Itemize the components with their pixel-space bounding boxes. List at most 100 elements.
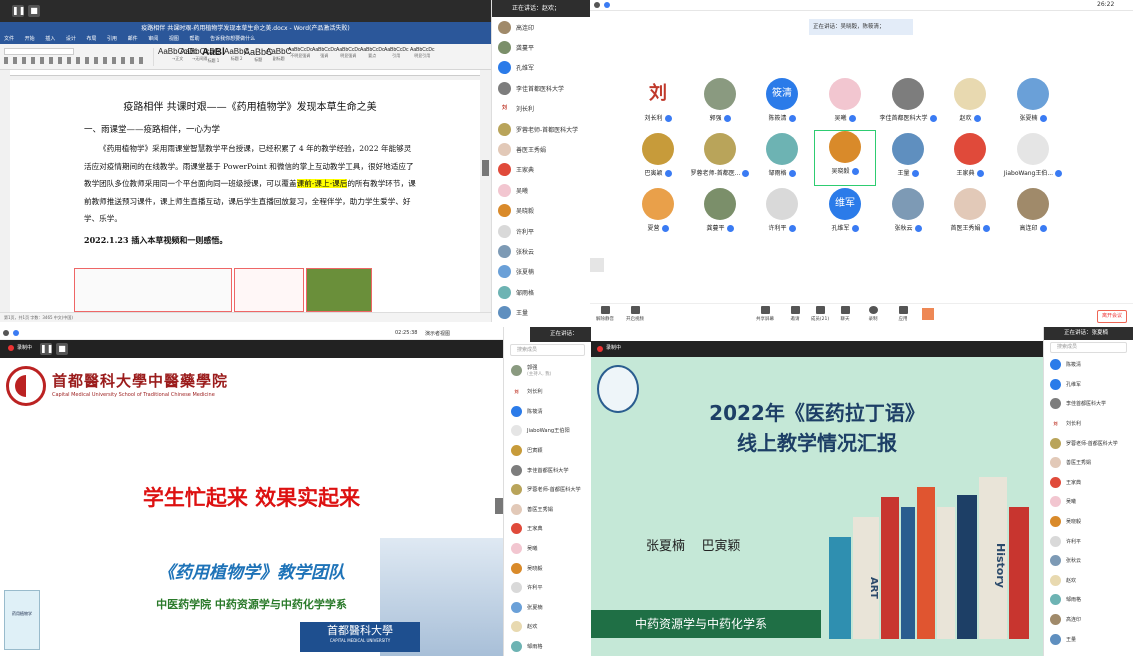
participant-item[interactable]: JiaboWang王伯阳 xyxy=(504,421,591,441)
style-subtle-emphasis[interactable]: AaBbCcDc 不明显强调 xyxy=(288,47,312,59)
participant-item[interactable]: 刘刘长利 xyxy=(504,382,591,402)
participant-item[interactable]: 王家典 xyxy=(1044,473,1133,493)
participant-tile[interactable]: 罗蓉老师-首都医... xyxy=(689,133,751,179)
participant-tile[interactable]: 许利平 xyxy=(751,188,813,234)
participant-tile[interactable]: 赵欢 xyxy=(939,78,1001,124)
participant-item[interactable]: 善医王秀娟 xyxy=(492,139,590,159)
participant-item[interactable]: 吴曦 xyxy=(1044,492,1133,512)
start-video-button[interactable]: 开启视频 xyxy=(620,306,650,322)
presenter-view-button[interactable]: 演示者视图 xyxy=(425,330,450,337)
participant-item[interactable]: 王量 xyxy=(492,302,590,322)
slide[interactable]: 2022年《医药拉丁语》 线上教学情况汇报 张夏楠 巴寅颖 中药资源学与中药化学… xyxy=(591,357,1043,656)
style-heading1[interactable]: AaBl 标题 1 xyxy=(202,47,225,64)
participant-tile[interactable]: 邹雨格 xyxy=(751,133,813,179)
tell-me-search[interactable]: 告诉我你想要做什么 xyxy=(210,36,255,42)
participant-item[interactable]: 李佳首都医科大学 xyxy=(1044,394,1133,414)
shield-icon[interactable] xyxy=(604,2,610,8)
participant-item[interactable]: 孔维军 xyxy=(1044,375,1133,395)
participant-item[interactable]: 赵欢 xyxy=(1044,571,1133,591)
participant-item[interactable]: 郭强 (主持人, 我) xyxy=(504,358,591,382)
member-search-input[interactable]: 搜索成员 xyxy=(1050,342,1127,353)
participant-item[interactable]: 王家典 xyxy=(492,160,590,180)
participant-tile[interactable]: 吴曦 xyxy=(814,78,876,124)
unmute-button[interactable]: 解除静音 xyxy=(590,306,620,322)
participant-item[interactable]: 张秋云 xyxy=(492,241,590,261)
participant-tile[interactable]: 龚蔓平 xyxy=(689,188,751,234)
participant-tile[interactable]: 刘刘长利 xyxy=(627,78,689,124)
style-quote[interactable]: AaBbCcDc 引用 xyxy=(384,47,408,59)
style-emphasis[interactable]: AaBbCcDc 强调 xyxy=(312,47,336,59)
apps-button[interactable]: 应用 xyxy=(888,306,918,322)
participant-item[interactable]: 罗蓉老师-首都医科大学 xyxy=(504,480,591,500)
participant-item[interactable]: 邹雨格 xyxy=(1044,590,1133,610)
slide[interactable]: 首都醫科大學中醫藥學院 Capital Medical University S… xyxy=(0,358,503,656)
participant-item[interactable]: 孔维军 xyxy=(492,58,590,78)
menu-design[interactable]: 设计 xyxy=(66,36,76,42)
collapse-panel-handle[interactable] xyxy=(482,160,489,176)
participant-item[interactable]: 吴曦 xyxy=(492,180,590,200)
participant-item[interactable]: 巴寅颖 xyxy=(504,441,591,461)
info-icon[interactable] xyxy=(594,2,600,8)
participant-item[interactable]: 吴曦 xyxy=(504,539,591,559)
participant-tile[interactable]: 维军 孔维军 xyxy=(814,188,876,234)
participant-tile[interactable]: 吴晓毅 xyxy=(814,130,876,186)
participant-item[interactable]: 许利平 xyxy=(504,578,591,598)
participant-item[interactable]: 善医王秀娟 xyxy=(1044,453,1133,473)
participant-item[interactable]: 龚蔓平 xyxy=(492,37,590,57)
participant-tile[interactable]: 张秋云 xyxy=(877,188,939,234)
participant-tile[interactable]: 郭强 xyxy=(689,78,751,124)
font-format-buttons[interactable] xyxy=(4,57,144,64)
participant-tile[interactable]: 王量 xyxy=(877,133,939,179)
participant-item[interactable]: 张夏楠 xyxy=(492,262,590,282)
participant-item[interactable]: 张秋云 xyxy=(1044,551,1133,571)
input-method-bar[interactable] xyxy=(922,308,994,320)
participant-item[interactable]: 许利平 xyxy=(492,221,590,241)
participant-tile[interactable]: 张夏楠 xyxy=(1002,78,1064,124)
leave-meeting-button[interactable]: 离开会议 xyxy=(1097,310,1127,323)
participant-item[interactable]: 刘刘长利 xyxy=(1044,414,1133,434)
participant-item[interactable]: 高连印 xyxy=(492,17,590,37)
sidebar-toggle-icon[interactable] xyxy=(590,258,604,272)
participant-tile[interactable]: 首医王秀娟 xyxy=(939,188,1001,234)
participant-tile[interactable]: 高连印 xyxy=(1002,188,1064,234)
info-icon[interactable] xyxy=(3,330,9,336)
menu-review[interactable]: 审阅 xyxy=(148,36,158,42)
menu-view[interactable]: 视图 xyxy=(169,36,179,42)
participant-item[interactable]: 罗蓉老师-首都医科大学 xyxy=(1044,433,1133,453)
menu-references[interactable]: 引用 xyxy=(107,36,117,42)
participant-tile[interactable]: 夏营 xyxy=(627,188,689,234)
participant-item[interactable]: 许利平 xyxy=(1044,531,1133,551)
participant-item[interactable]: 李佳首都医科大学 xyxy=(492,78,590,98)
participant-tile[interactable]: 筱清 陈筱清 xyxy=(751,78,813,124)
participant-item[interactable]: 陈筱清 xyxy=(504,402,591,422)
stop-recording-button[interactable]: ■ xyxy=(56,343,68,355)
participant-item[interactable]: 刘刘长利 xyxy=(492,99,590,119)
font-name-box[interactable] xyxy=(4,48,74,55)
style-intense-emphasis[interactable]: AaBbCcDc 明显强调 xyxy=(336,47,360,59)
stop-recording-button[interactable]: ■ xyxy=(28,5,40,17)
menu-mailings[interactable]: 邮件 xyxy=(128,36,138,42)
collapse-panel-handle[interactable] xyxy=(495,498,503,514)
participant-item[interactable]: 吴晓毅 xyxy=(1044,512,1133,532)
participant-item[interactable]: 王量 xyxy=(1044,629,1133,649)
participant-item[interactable]: 邹雨格 xyxy=(504,637,591,656)
participant-item[interactable]: 邹雨格 xyxy=(492,282,590,302)
member-search-input[interactable]: 搜索成员 xyxy=(510,344,585,356)
participant-tile[interactable]: 巴寅颖 xyxy=(627,133,689,179)
participant-item[interactable]: 高连印 xyxy=(1044,610,1133,630)
participant-item[interactable]: 李佳首都医科大学 xyxy=(504,460,591,480)
pause-recording-button[interactable]: ❚❚ xyxy=(12,5,25,17)
participant-item[interactable]: 张夏楠 xyxy=(504,598,591,618)
record-button[interactable]: 录制 xyxy=(858,306,888,322)
participant-item[interactable]: 陈筱清 xyxy=(1044,355,1133,375)
style-intense-quote[interactable]: AaBbCcDc 明显引用 xyxy=(410,47,434,59)
participant-item[interactable]: 赵欢 xyxy=(504,617,591,637)
menu-layout[interactable]: 布局 xyxy=(86,36,96,42)
font-group[interactable] xyxy=(4,48,154,66)
participant-item[interactable]: 吴晓毅 xyxy=(492,201,590,221)
menu-home[interactable]: 开始 xyxy=(25,36,35,42)
participant-item[interactable]: 罗蓉老师-首都医科大学 xyxy=(492,119,590,139)
share-screen-button[interactable]: 共享屏幕 xyxy=(750,306,780,322)
chat-button[interactable]: 聊天 xyxy=(830,306,860,322)
style-strong[interactable]: AaBbCcDc 要点 xyxy=(360,47,384,59)
